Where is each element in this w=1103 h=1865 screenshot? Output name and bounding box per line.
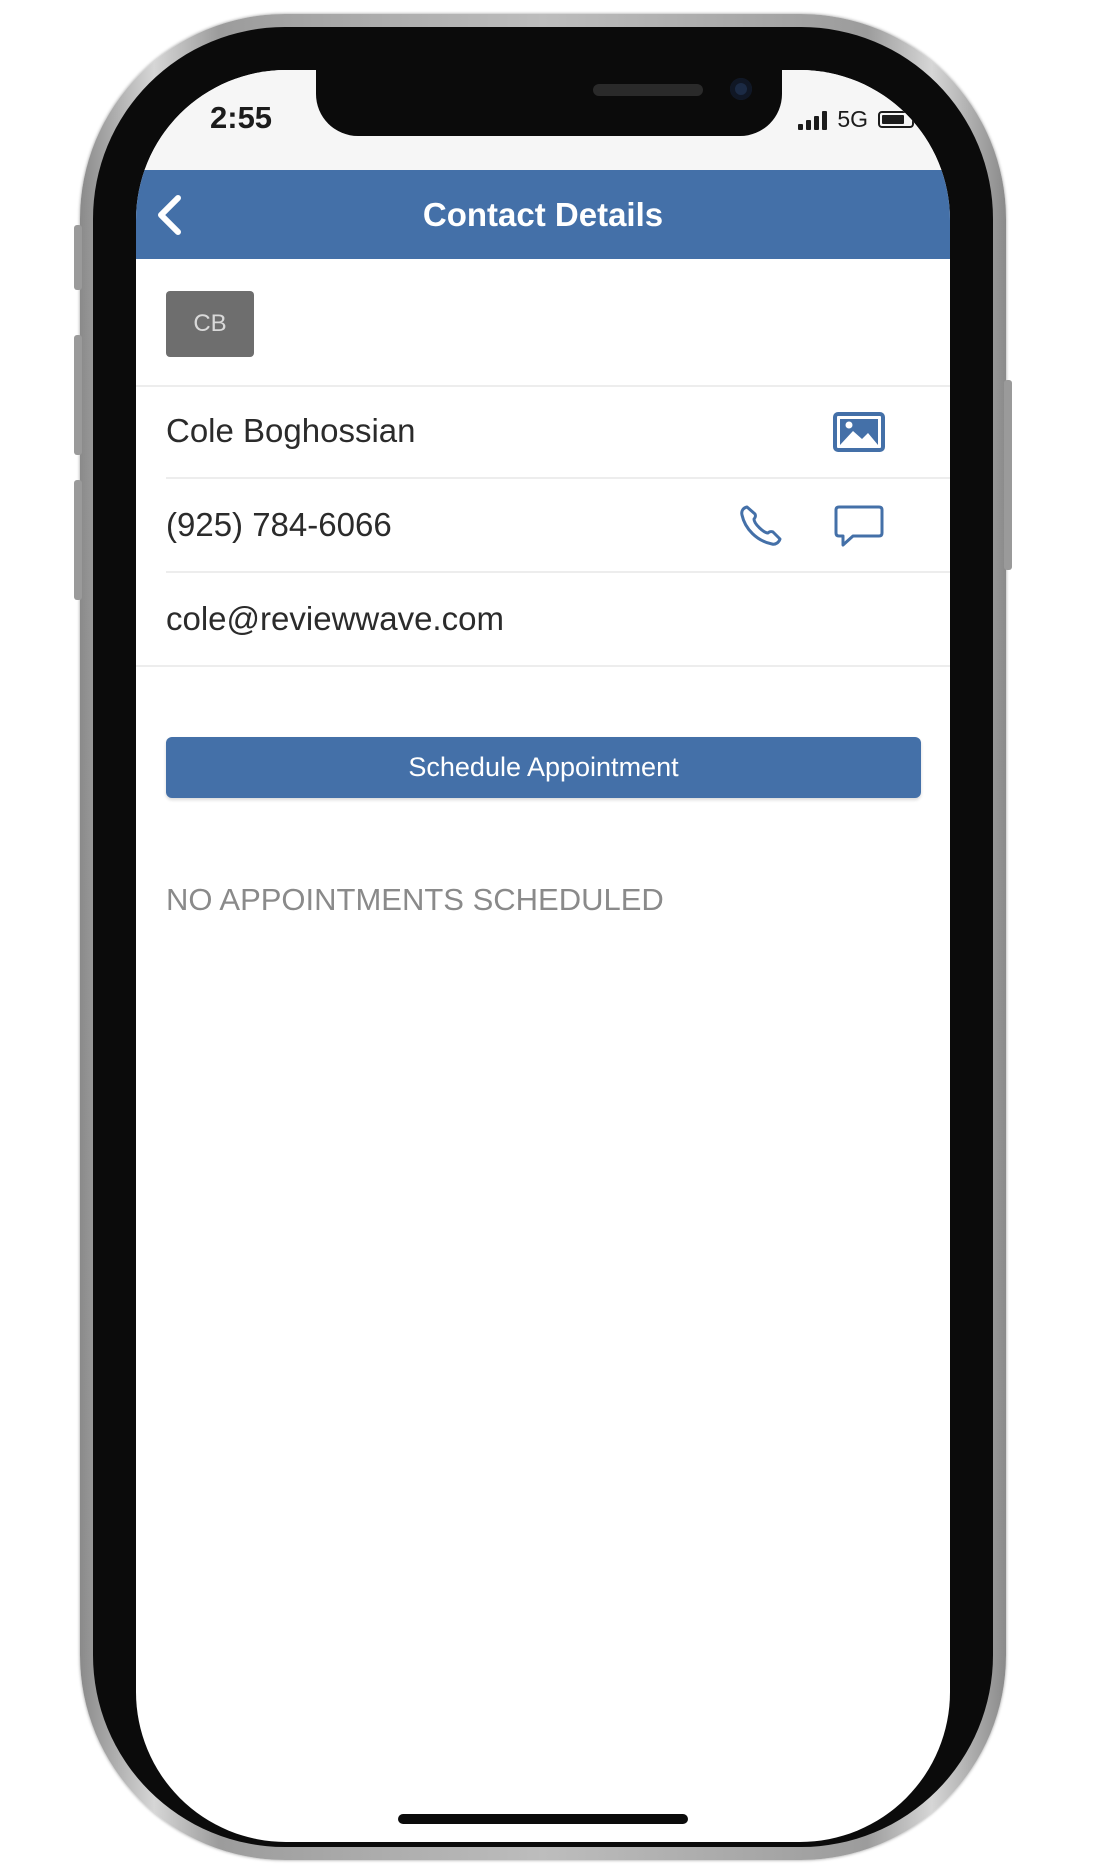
contact-email[interactable]: cole@reviewwave.com: [166, 573, 504, 665]
call-button[interactable]: [734, 501, 790, 551]
appointments-empty-message: NO APPOINTMENTS SCHEDULED: [166, 882, 664, 917]
contact-phone: (925) 784-6066: [166, 506, 392, 543]
navigation-bar: Contact Details: [136, 170, 950, 259]
speaker-grille: [593, 84, 703, 96]
message-button[interactable]: [831, 501, 887, 551]
page-title: Contact Details: [422, 196, 664, 233]
photo-button[interactable]: [831, 407, 887, 457]
screenshot-stage: 2:55 5G Contact Details CB Cole Boghossi…: [0, 0, 1103, 1865]
contact-phone-row: (925) 784-6066: [166, 479, 950, 573]
side-button-left-3: [74, 480, 82, 600]
status-time: 2:55: [210, 100, 273, 135]
contact-name: Cole Boghossian: [166, 412, 416, 449]
phone-screen: 2:55 5G Contact Details CB Cole Boghossi…: [136, 70, 950, 1842]
message-bubble-icon: [834, 505, 884, 547]
chevron-left-icon: [158, 195, 181, 235]
home-indicator[interactable]: [398, 1814, 688, 1824]
side-button-left-1: [74, 225, 82, 290]
signal-bars-icon: [798, 110, 828, 130]
back-button[interactable]: [144, 190, 194, 240]
avatar-row: CB: [136, 259, 950, 387]
side-button-left-2: [74, 335, 82, 455]
schedule-appointment-button[interactable]: Schedule Appointment: [166, 737, 921, 798]
notch: [316, 70, 782, 136]
battery-icon: [878, 111, 918, 128]
status-indicators: 5G: [798, 106, 918, 133]
side-button-right: [1004, 380, 1012, 570]
network-label: 5G: [837, 106, 868, 132]
front-camera-icon: [730, 78, 752, 100]
contact-name-row: Cole Boghossian: [166, 385, 950, 479]
avatar: CB: [166, 291, 254, 357]
image-icon: [833, 412, 885, 452]
contact-email-row: cole@reviewwave.com: [136, 573, 950, 667]
phone-icon: [740, 505, 782, 546]
